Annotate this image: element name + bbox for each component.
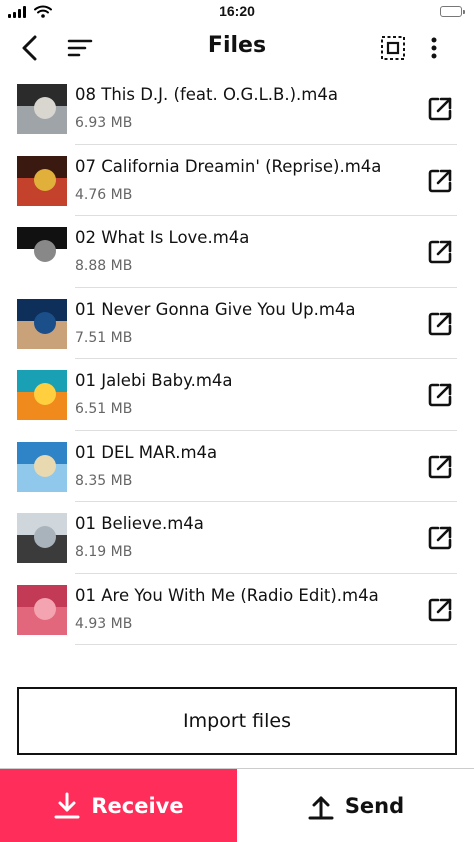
open-file-button[interactable] xyxy=(426,524,454,552)
more-vertical-icon xyxy=(431,37,437,59)
album-art-thumbnail xyxy=(17,513,67,563)
file-size: 4.76 MB xyxy=(75,186,133,203)
battery-icon xyxy=(440,6,465,17)
album-art-thumbnail xyxy=(17,441,67,492)
file-list-item[interactable]: 01 Never Gonna Give You Up.m4a 7.51 MB xyxy=(0,288,474,359)
file-name: 01 Never Gonna Give You Up.m4a xyxy=(75,299,356,319)
receive-label: Receive xyxy=(91,794,184,818)
open-file-button[interactable] xyxy=(426,167,454,195)
open-file-button[interactable] xyxy=(426,95,454,123)
album-art-thumbnail xyxy=(17,84,67,134)
open-file-button[interactable] xyxy=(426,310,454,338)
file-name: 01 Jalebi Baby.m4a xyxy=(75,371,233,390)
album-art-thumbnail xyxy=(17,298,67,349)
status-bar: 16:20 xyxy=(0,0,474,24)
file-size: 8.19 MB xyxy=(75,544,133,560)
file-list-item[interactable]: 01 Are You With Me (Radio Edit).m4a 4.93… xyxy=(0,574,474,645)
file-size: 6.93 MB xyxy=(75,115,133,131)
file-list-item[interactable]: 01 DEL MAR.m4a 8.35 MB xyxy=(0,431,474,502)
file-size: 7.51 MB xyxy=(75,329,133,346)
download-icon xyxy=(54,792,80,819)
file-list: 08 This D.J. (feat. O.G.L.B.).m4a 6.93 M… xyxy=(0,73,474,645)
more-button[interactable] xyxy=(418,32,450,64)
send-label: Send xyxy=(344,794,405,818)
file-name: 08 This D.J. (feat. O.G.L.B.).m4a xyxy=(75,85,338,104)
select-all-button[interactable] xyxy=(377,32,409,64)
select-all-icon xyxy=(381,36,405,60)
open-external-icon xyxy=(428,240,452,264)
open-file-button[interactable] xyxy=(426,453,454,481)
file-size: 4.93 MB xyxy=(75,615,133,632)
file-list-item[interactable]: 01 Jalebi Baby.m4a 6.51 MB xyxy=(0,359,474,431)
open-external-icon xyxy=(428,455,452,478)
receive-button[interactable]: Receive xyxy=(0,769,237,842)
upload-icon xyxy=(308,796,334,820)
import-files-button[interactable]: Import files xyxy=(17,687,457,755)
file-name: 01 Believe.m4a xyxy=(75,514,204,533)
file-name: 01 DEL MAR.m4a xyxy=(75,442,218,462)
file-name: 02 What Is Love.m4a xyxy=(75,228,250,247)
open-external-icon xyxy=(428,97,452,121)
file-list-item[interactable]: 02 What Is Love.m4a 8.88 MB xyxy=(0,216,474,288)
album-art-thumbnail xyxy=(17,370,67,420)
file-size: 8.35 MB xyxy=(75,472,133,489)
open-file-button[interactable] xyxy=(426,596,454,624)
album-art-thumbnail xyxy=(17,227,67,277)
open-external-icon xyxy=(428,526,452,550)
open-external-icon xyxy=(428,169,452,192)
bottom-action-bar: Receive Send xyxy=(0,768,474,842)
open-external-icon xyxy=(428,598,452,621)
file-list-item[interactable]: 07 California Dreamin' (Reprise).m4a 4.7… xyxy=(0,145,474,216)
file-size: 6.51 MB xyxy=(75,401,133,417)
open-external-icon xyxy=(428,383,452,407)
album-art-thumbnail xyxy=(17,584,67,635)
row-divider xyxy=(75,644,457,645)
album-art-thumbnail xyxy=(17,155,67,206)
file-name: 07 California Dreamin' (Reprise).m4a xyxy=(75,156,382,176)
file-list-item[interactable]: 01 Believe.m4a 8.19 MB xyxy=(0,502,474,574)
file-name: 01 Are You With Me (Radio Edit).m4a xyxy=(75,585,379,605)
file-size: 8.88 MB xyxy=(75,258,133,274)
file-list-item[interactable]: 08 This D.J. (feat. O.G.L.B.).m4a 6.93 M… xyxy=(0,73,474,145)
app-header: Files xyxy=(0,26,474,70)
status-time: 16:20 xyxy=(219,3,255,19)
open-file-button[interactable] xyxy=(426,381,454,409)
open-external-icon xyxy=(428,312,452,335)
open-file-button[interactable] xyxy=(426,238,454,266)
send-button[interactable]: Send xyxy=(237,769,474,842)
